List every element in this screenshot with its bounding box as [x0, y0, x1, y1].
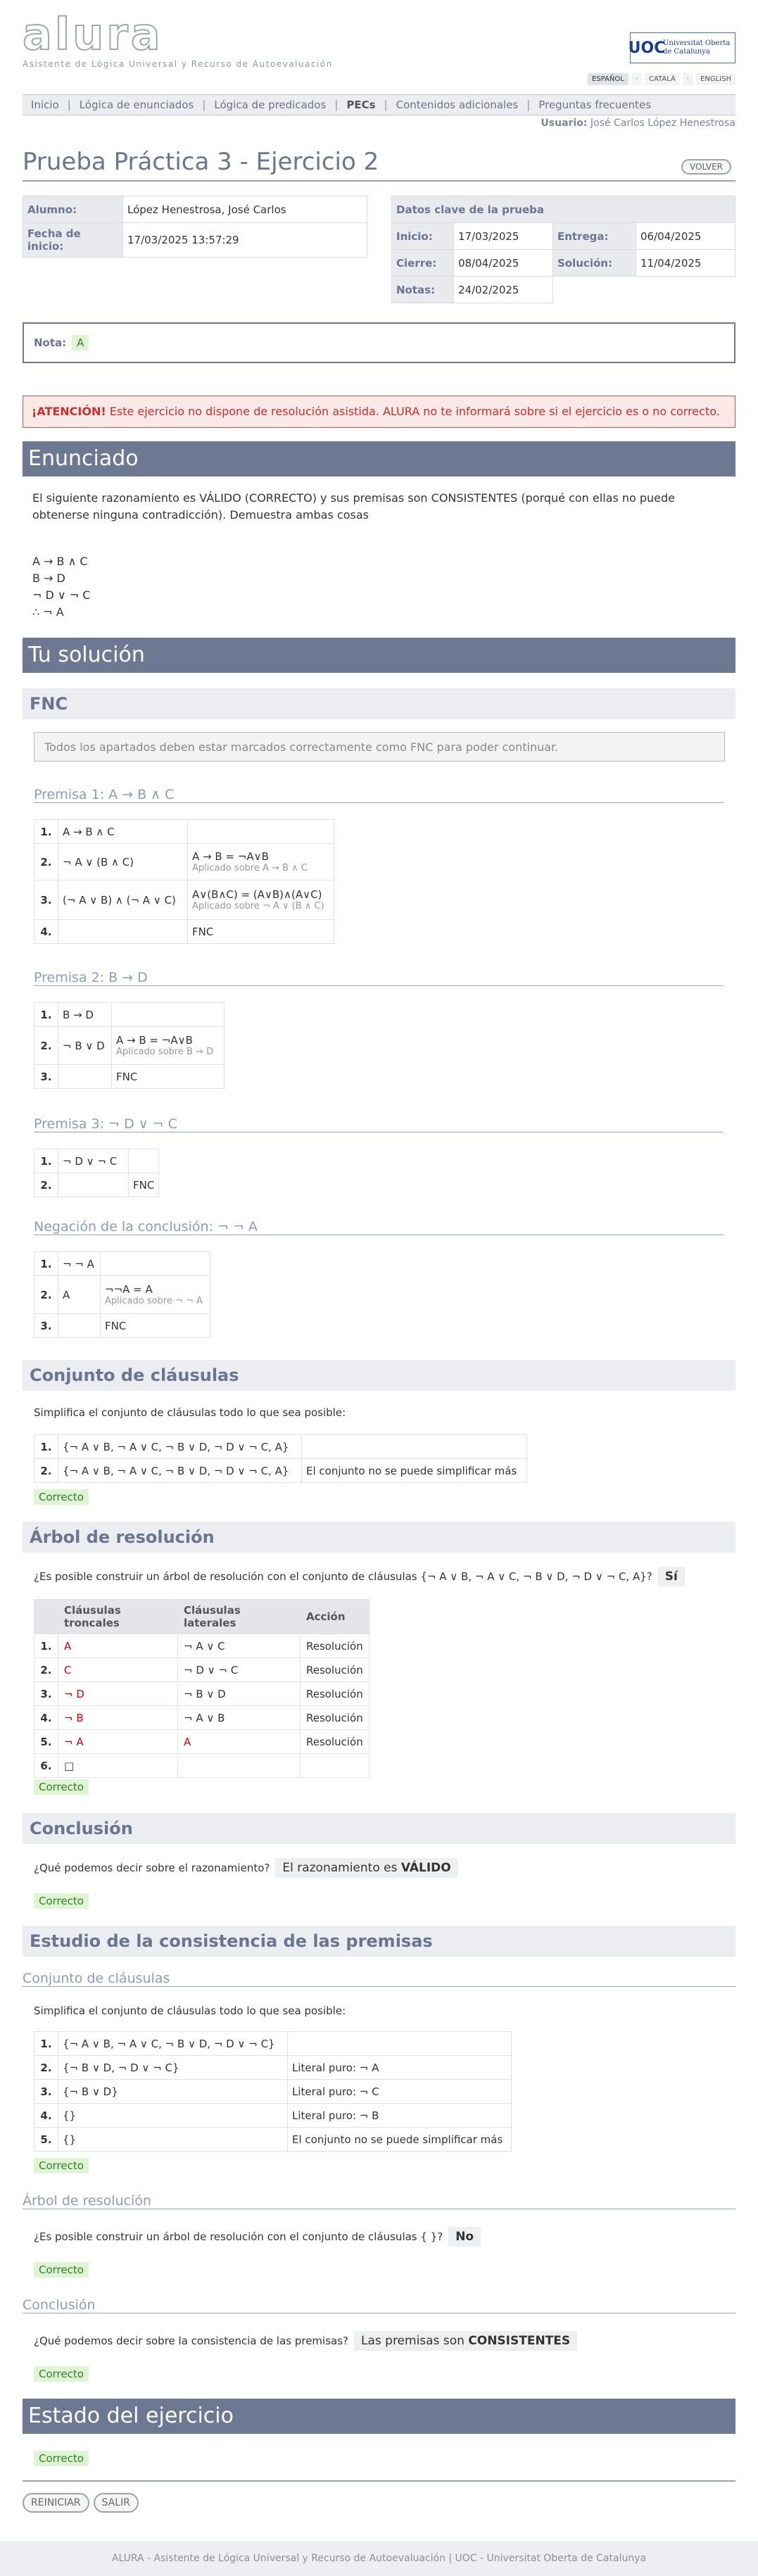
arbol-question: ¿Es posible construir un árbol de resolu…	[34, 1567, 685, 1586]
consistencia-conclusion-title: Conclusión	[23, 2297, 735, 2313]
main-nav: Inicio | Lógica de enunciados | Lógica de …	[23, 94, 735, 115]
fnc-info: Todos los apartados deben estar marcados…	[34, 732, 725, 762]
nav-faq[interactable]: Preguntas frecuentes	[530, 99, 659, 111]
nav-contenidos[interactable]: Contenidos adicionales	[388, 99, 527, 111]
empty-clause-icon: □	[58, 1753, 178, 1778]
user-name: José Carlos López Henestrosa	[590, 118, 735, 129]
nav-pecs[interactable]: PECs	[338, 99, 384, 111]
consistencia-table: 1. {¬ A ∨ B, ¬ A ∨ C, ¬ B ∨ D, ¬ D ∨ ¬ C}…	[34, 2031, 512, 2152]
nav-logica-enunciados[interactable]: Lógica de enunciados	[71, 99, 203, 111]
lang-es[interactable]: ESPAÑOL	[587, 73, 628, 85]
consistencia-status-3: Correcto	[34, 2366, 89, 2382]
logo-subtitle: Asistente de Lógica Universal y Recurso …	[23, 59, 333, 69]
conjunto-header: Conjunto de cláusulas	[23, 1360, 735, 1391]
consistencia-arbol-title: Árbol de resolución	[23, 2193, 735, 2209]
consistencia-conjunto-title: Conjunto de cláusulas	[23, 1971, 735, 1987]
nav-logica-predicados[interactable]: Lógica de predicados	[206, 99, 334, 111]
conjunto-status: Correcto	[34, 1489, 89, 1505]
consistencia-status-2: Correcto	[34, 2262, 89, 2278]
consistencia-conclusion-question: ¿Qué podemos decir sobre la consistencia…	[34, 2331, 578, 2351]
conclusion-answer: El razonamiento es VÁLIDO	[275, 1858, 458, 1878]
consistencia-header: Estudio de la consistencia de las premis…	[23, 1926, 735, 1957]
uoc-name-1: Universitat Oberta	[663, 39, 731, 47]
premisa3-table: 1. ¬ D ∨ ¬ C 2. FNC	[34, 1149, 160, 1197]
premisa2-title: Premisa 2: B → D	[34, 970, 724, 986]
header: alura Asistente de Lógica Universal y Re…	[22, 12, 735, 69]
conclusion-status: Correcto	[34, 1893, 89, 1909]
divider	[23, 2480, 735, 2482]
start-date: 17/03/2025 13:57:29	[122, 222, 367, 258]
student-info: Alumno: López Henestrosa, José Carlos Fec…	[23, 196, 367, 258]
premisa1-table: 1. A → B ∧ C 2. ¬ A ∨ (B ∧ C) A → B = ¬A∨B A…	[34, 819, 334, 944]
consistencia-conclusion-answer: Las premisas son CONSISTENTES	[354, 2331, 578, 2351]
fnc-header: FNC	[23, 688, 735, 719]
uoc-logo[interactable]: UOC Universitat Oberta de Catalunya	[628, 32, 735, 63]
premises-list: A → B ∧ CB → D ¬ D ∨ ¬ C ∴ ¬ A	[32, 555, 91, 619]
negacion-table: 1. ¬ ¬ A 2. A ¬¬A = A Aplicado sobre ¬ ¬ A 3…	[34, 1251, 210, 1338]
conclusion-header: Conclusión	[23, 1813, 735, 1844]
volver-button[interactable]: VOLVER	[681, 159, 731, 175]
consistencia-arbol-question: ¿Es posible construir un árbol de resolu…	[34, 2227, 481, 2247]
page-title: Prueba Práctica 3 - Ejercicio 2	[23, 148, 735, 182]
enunciado-header: Enunciado	[23, 441, 735, 476]
arbol-status: Correcto	[34, 1779, 89, 1795]
estado-header: Estado del ejercicio	[23, 2399, 735, 2434]
lang-en[interactable]: ENGLISH	[696, 73, 735, 85]
grade-box: Nota: A	[23, 322, 735, 363]
student-name: López Henestrosa, José Carlos	[122, 196, 367, 223]
conclusion-question: ¿Qué podemos decir sobre el razonamiento…	[34, 1858, 458, 1878]
salir-button[interactable]: SALIR	[93, 2493, 139, 2513]
consistencia-intro: Simplifica el conjunto de cláusulas todo…	[34, 2004, 346, 2017]
conjunto-table: 1. {¬ A ∨ B, ¬ A ∨ C, ¬ B ∨ D, ¬ D ∨ ¬ C,…	[34, 1434, 527, 1483]
negacion-title: Negación de la conclusión: ¬ ¬ A	[34, 1219, 724, 1235]
uoc-name-2: de Catalunya	[663, 48, 710, 56]
arbol-answer: Sí	[657, 1567, 685, 1586]
lang-ca[interactable]: CATALÀ	[645, 73, 680, 85]
consistencia-status-1: Correcto	[34, 2158, 89, 2173]
estado-status: Correcto	[34, 2451, 89, 2466]
warning-box: ¡ATENCIÓN! Este ejercicio no dispone de …	[23, 396, 735, 428]
enunciado-text: El siguiente razonamiento es VÁLIDO (COR…	[32, 491, 676, 522]
language-selector: ESPAÑOL · CATALÀ · ENGLISH	[587, 73, 735, 85]
conjunto-intro: Simplifica el conjunto de cláusulas todo…	[34, 1406, 346, 1419]
nav-inicio[interactable]: Inicio	[23, 99, 68, 111]
user-info: Usuario: José Carlos López Henestrosa	[541, 118, 735, 129]
test-key-data: Datos clave de la prueba Inicio: 17/03/20…	[391, 196, 735, 303]
reiniciar-button[interactable]: REINICIAR	[23, 2493, 89, 2513]
arbol-header: Árbol de resolución	[23, 1522, 735, 1553]
arbol-table: Cláusulas troncales Cláusulas laterales Ac…	[34, 1599, 369, 1778]
premisa3-title: Premisa 3: ¬ D ∨ ¬ C	[34, 1116, 724, 1132]
grade-value: A	[72, 335, 89, 351]
footer: ALURA - Asistente de Lógica Universal y …	[0, 2541, 758, 2576]
premisa1-title: Premisa 1: A → B ∧ C	[34, 787, 724, 803]
premisa2-table: 1. B → D 2. ¬ B ∨ DA → B = ¬A∨B Aplicado so…	[34, 1002, 225, 1089]
consistencia-arbol-answer: No	[448, 2227, 481, 2247]
uoc-mark-icon: UOC	[628, 39, 666, 57]
solucion-header: Tu solución	[23, 638, 735, 673]
